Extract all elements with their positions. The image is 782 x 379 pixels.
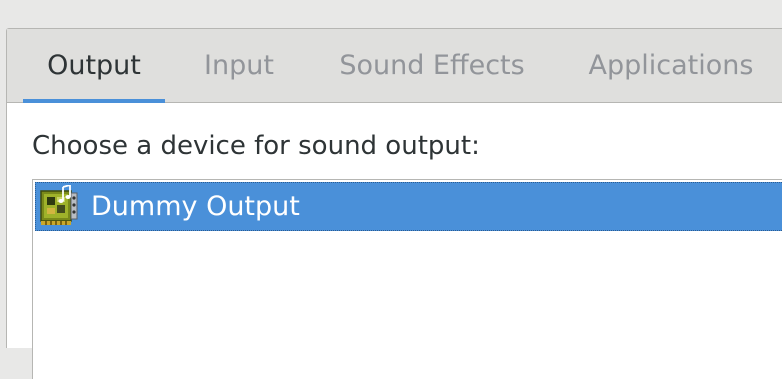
tab-applications-label: Applications [588, 50, 754, 81]
tab-sound-effects-label: Sound Effects [339, 50, 525, 81]
tab-sound-effects[interactable]: Sound Effects [325, 29, 539, 102]
tab-output[interactable]: Output [23, 29, 165, 103]
device-label: Dummy Output [91, 191, 300, 222]
tab-bar: Output Input Sound Effects Applications [7, 29, 782, 103]
output-device-heading: Choose a device for sound output: [32, 131, 480, 161]
tab-input-label: Input [204, 50, 274, 81]
sound-card-icon [40, 184, 78, 225]
output-device-list[interactable]: Dummy Output [32, 179, 782, 379]
device-row-dummy-output[interactable]: Dummy Output [35, 182, 782, 231]
sound-settings-notebook: Output Input Sound Effects Applications … [6, 28, 782, 379]
tab-output-label: Output [47, 50, 141, 81]
tab-applications[interactable]: Applications [573, 29, 769, 102]
tab-input[interactable]: Input [187, 29, 291, 102]
